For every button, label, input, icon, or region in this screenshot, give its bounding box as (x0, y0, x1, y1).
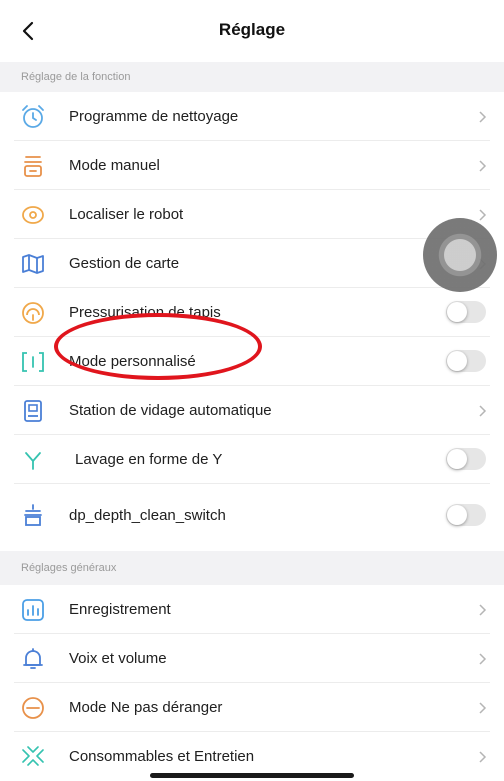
row-records[interactable]: Enregistrement (0, 585, 504, 634)
row-label: dp_depth_clean_switch (69, 507, 226, 524)
consumables-icon (20, 744, 46, 770)
row-carpet-pressurization: Pressurisation de tapis (0, 288, 504, 337)
dock-station-icon (20, 398, 46, 424)
chevron-right-icon (479, 653, 487, 665)
row-label: Voix et volume (69, 650, 167, 667)
do-not-disturb-icon (20, 695, 46, 721)
row-locate-robot[interactable]: Localiser le robot (0, 190, 504, 239)
row-label: Lavage en forme de Y (75, 451, 223, 468)
page-title: Réglage (218, 20, 286, 39)
top-bar: Réglage (0, 0, 504, 62)
row-label: Station de vidage automatique (69, 402, 272, 419)
location-pin-icon (20, 202, 46, 228)
y-shape-wash-toggle[interactable] (446, 448, 486, 470)
row-label: Programme de nettoyage (69, 108, 239, 125)
carpet-pressurization-toggle[interactable] (446, 301, 486, 323)
custom-mode-icon (20, 349, 46, 375)
row-manual-mode[interactable]: Mode manuel (0, 141, 504, 190)
depth-clean-icon (20, 503, 46, 529)
row-label: Mode personnalisé (69, 353, 196, 370)
bell-icon (20, 646, 46, 672)
row-cleaning-schedule[interactable]: Programme de nettoyage (0, 92, 504, 141)
row-label: Consommables et Entretien (69, 748, 255, 765)
chevron-right-icon (479, 111, 487, 123)
record-chart-icon (20, 597, 46, 623)
section-header-function: Réglage de la fonction (0, 62, 504, 92)
row-voice-volume[interactable]: Voix et volume (0, 634, 504, 683)
chevron-right-icon (479, 702, 487, 714)
alarm-clock-icon (20, 104, 46, 130)
manual-mode-icon (20, 153, 46, 179)
chevron-right-icon (479, 405, 487, 417)
carpet-pressure-icon (20, 300, 46, 326)
chevron-right-icon (479, 751, 487, 763)
section-header-general: Réglages généraux (0, 551, 504, 585)
y-shape-icon (20, 447, 46, 473)
custom-mode-toggle[interactable] (446, 350, 486, 372)
row-auto-empty-station[interactable]: Station de vidage automatique (0, 386, 504, 435)
row-custom-mode: Mode personnalisé (0, 337, 504, 386)
row-label: Mode manuel (69, 157, 160, 174)
row-depth-clean-switch: dp_depth_clean_switch (0, 491, 504, 540)
depth-clean-toggle[interactable] (446, 504, 486, 526)
chevron-right-icon (479, 209, 487, 221)
row-label: Mode Ne pas déranger (69, 699, 223, 716)
chevron-right-icon (479, 604, 487, 616)
home-indicator (150, 773, 354, 778)
row-label: Localiser le robot (69, 206, 184, 223)
map-icon (20, 251, 46, 277)
row-y-shape-wash: Lavage en forme de Y (0, 435, 504, 484)
row-label: Enregistrement (69, 601, 171, 618)
row-label: Gestion de carte (69, 255, 180, 272)
chevron-right-icon (479, 160, 487, 172)
row-label: Pressurisation de tapis (69, 304, 221, 321)
row-do-not-disturb[interactable]: Mode Ne pas déranger (0, 683, 504, 732)
assistive-touch-button[interactable] (423, 218, 497, 292)
